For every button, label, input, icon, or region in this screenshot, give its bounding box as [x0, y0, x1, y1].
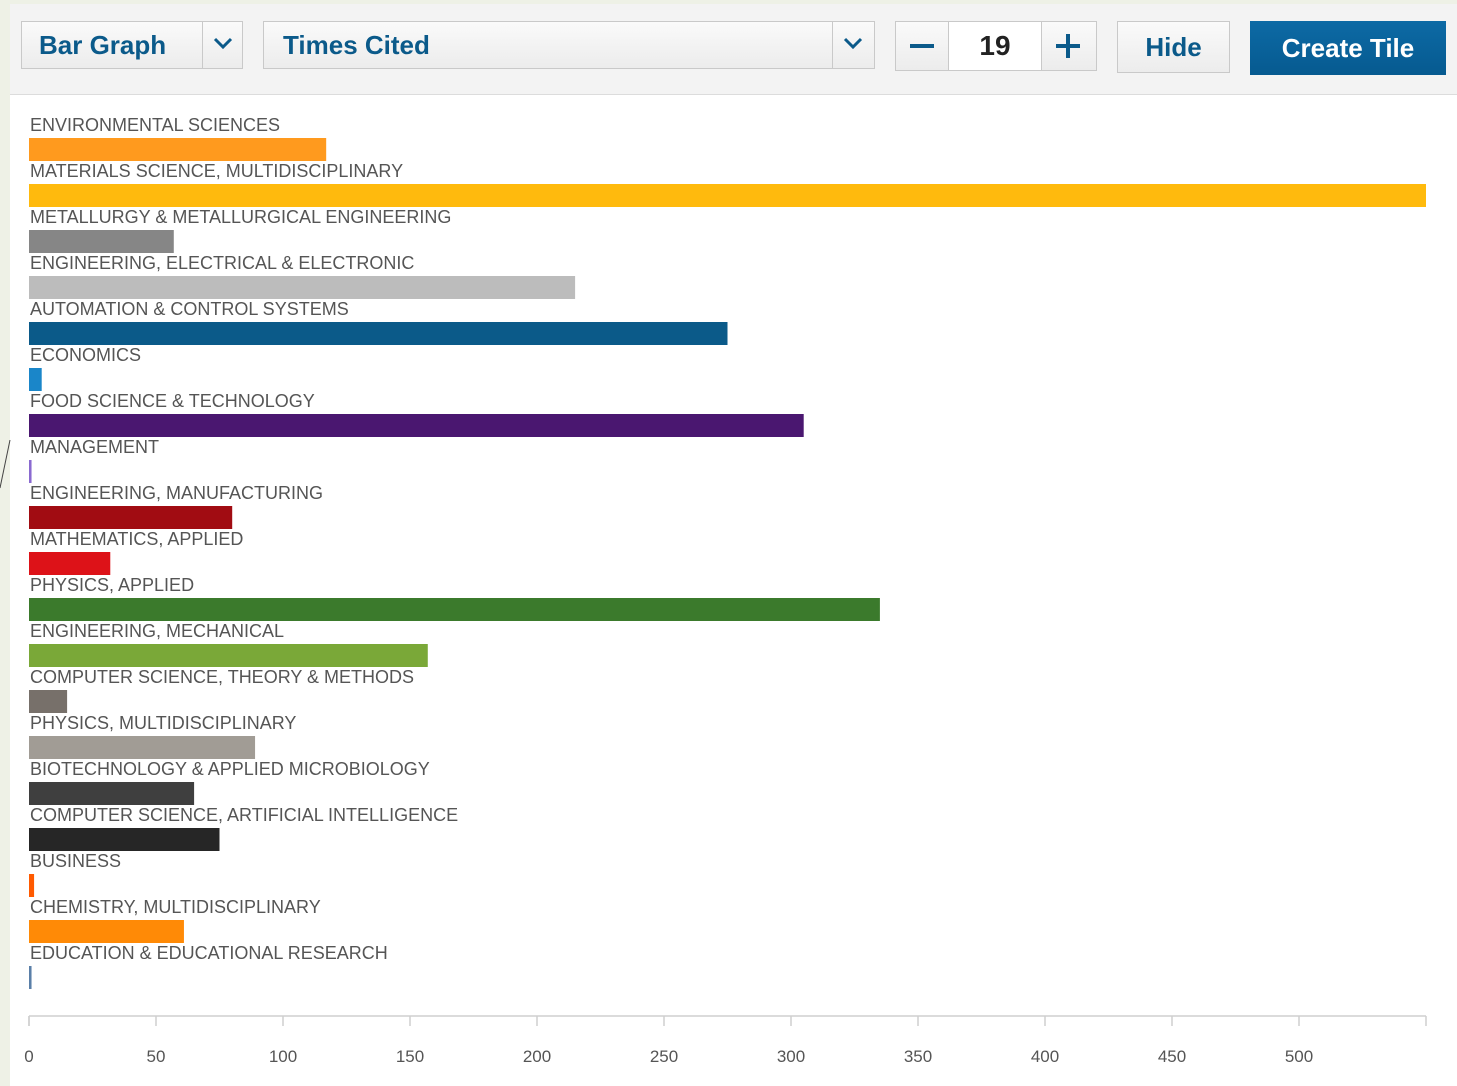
- bar[interactable]: [29, 460, 32, 483]
- bar[interactable]: [29, 966, 32, 989]
- bar[interactable]: [29, 644, 428, 667]
- x-tick-label: 0: [24, 1047, 33, 1066]
- x-tick-label: 150: [396, 1047, 424, 1066]
- x-tick-label: 350: [904, 1047, 932, 1066]
- x-axis: 0 50 100 150 200 250 300 350 400 450 500: [24, 1015, 1427, 1066]
- panel-edge-line: [0, 440, 11, 489]
- bar[interactable]: [29, 920, 184, 943]
- category-label: BIOTECHNOLOGY & APPLIED MICROBIOLOGY: [30, 759, 430, 779]
- x-tick-label: 500: [1285, 1047, 1313, 1066]
- category-label: CHEMISTRY, MULTIDISCIPLINARY: [30, 897, 321, 917]
- bar[interactable]: [29, 828, 220, 851]
- bar[interactable]: [29, 184, 1426, 207]
- bar[interactable]: [29, 322, 728, 345]
- bars-group: ENVIRONMENTAL SCIENCES MATERIALS SCIENCE,…: [29, 115, 1426, 989]
- category-label: PHYSICS, MULTIDISCIPLINARY: [30, 713, 296, 733]
- bar[interactable]: [29, 414, 804, 437]
- bar[interactable]: [29, 506, 233, 529]
- category-label: METALLURGY & METALLURGICAL ENGINEERING: [30, 207, 451, 227]
- category-label: MATHEMATICS, APPLIED: [30, 529, 243, 549]
- x-tick-label: 50: [147, 1047, 166, 1066]
- category-label: ECONOMICS: [30, 345, 141, 365]
- x-tick-label: 300: [777, 1047, 805, 1066]
- bar[interactable]: [29, 690, 68, 713]
- bar[interactable]: [29, 736, 256, 759]
- category-label: MATERIALS SCIENCE, MULTIDISCIPLINARY: [30, 161, 403, 181]
- bar[interactable]: [29, 138, 327, 161]
- x-tick-label: 450: [1158, 1047, 1186, 1066]
- category-label: ENGINEERING, MECHANICAL: [30, 621, 284, 641]
- bar-chart: ENVIRONMENTAL SCIENCES MATERIALS SCIENCE,…: [24, 115, 1427, 1066]
- category-label: AUTOMATION & CONTROL SYSTEMS: [30, 299, 349, 319]
- chart-panel: Bar Graph Times Cited 19 Hide Create Til…: [10, 4, 1457, 1086]
- bar[interactable]: [29, 874, 35, 897]
- category-label: ENGINEERING, ELECTRICAL & ELECTRONIC: [30, 253, 414, 273]
- bar[interactable]: [29, 230, 174, 253]
- bar[interactable]: [29, 276, 576, 299]
- category-label: COMPUTER SCIENCE, ARTIFICIAL INTELLIGENC…: [30, 805, 458, 825]
- bar[interactable]: [29, 598, 880, 621]
- bar[interactable]: [29, 552, 111, 575]
- category-label: ENVIRONMENTAL SCIENCES: [30, 115, 280, 135]
- x-tick-label: 200: [523, 1047, 551, 1066]
- category-label: BUSINESS: [30, 851, 121, 871]
- category-label: MANAGEMENT: [30, 437, 159, 457]
- x-tick-label: 400: [1031, 1047, 1059, 1066]
- category-label: ENGINEERING, MANUFACTURING: [30, 483, 323, 503]
- category-label: FOOD SCIENCE & TECHNOLOGY: [30, 391, 315, 411]
- category-label: COMPUTER SCIENCE, THEORY & METHODS: [30, 667, 414, 687]
- bar[interactable]: [29, 368, 42, 391]
- category-label: PHYSICS, APPLIED: [30, 575, 194, 595]
- x-tick-label: 250: [650, 1047, 678, 1066]
- category-label: EDUCATION & EDUCATIONAL RESEARCH: [30, 943, 388, 963]
- x-tick-label: 100: [269, 1047, 297, 1066]
- bar[interactable]: [29, 782, 195, 805]
